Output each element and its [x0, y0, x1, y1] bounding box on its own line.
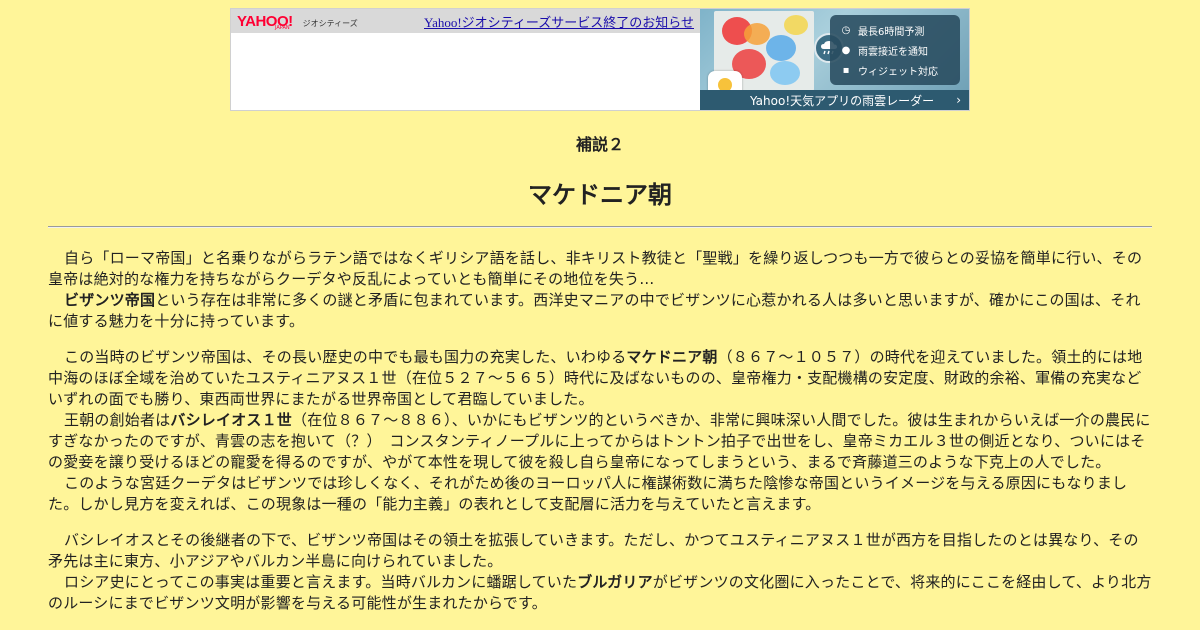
bold-term: ビザンツ帝国	[64, 291, 156, 309]
page-title: マケドニア朝	[528, 181, 672, 209]
rain-radar-cta-label: Yahoo!天気アプリの雨雲レーダー	[750, 93, 935, 108]
feature-label: 最長6時間予測	[858, 26, 925, 38]
pin-icon: ●	[841, 44, 851, 56]
service-end-notice-link[interactable]: Yahoo!ジオシティーズサービス終了のお知らせ	[424, 12, 694, 31]
paragraph: ロシア史にとってこの事実は重要と言えます。当時バルカンに蟠踞していたブルガリアが…	[48, 573, 1152, 612]
article-body: 自ら「ローマ帝国」と名乗りながらラテン語ではなくギリシア語を話し、非キリスト教徒…	[48, 248, 1152, 614]
yahoo-japan-text: JAPAN	[275, 25, 290, 31]
feature-item: ▪ ウィジェット対応	[840, 60, 950, 80]
bold-term: ブルガリア	[577, 573, 653, 591]
paragraph: このような宮廷クーデタはビザンツでは珍しくなく、それがため後のヨーロッパ人に権謀…	[48, 474, 1128, 513]
bold-term: マケドニア朝	[626, 348, 718, 366]
rain-radar-cta[interactable]: Yahoo!天気アプリの雨雲レーダー ›	[700, 90, 969, 110]
yahoo-logo[interactable]: YAHOO! ジオシティーズ	[237, 14, 358, 29]
paragraph: バシレイオスとその後継者の下で、ビザンツ帝国はその領土を拡張していきます。ただし…	[48, 531, 1139, 570]
clock-icon: ◷	[841, 24, 851, 36]
feature-list: ◷ 最長6時間予測 ● 雨雲接近を通知 ▪ ウィジェット対応	[830, 15, 960, 85]
feature-item: ● 雨雲接近を通知	[840, 40, 950, 60]
banner-left: YAHOO! ジオシティーズ JAPAN Yahoo!ジオシティーズサービス終了…	[231, 9, 700, 110]
weather-ad[interactable]: ◷ 最長6時間予測 ● 雨雲接近を通知 ▪ ウィジェット対応 Yahoo!天気ア…	[700, 9, 969, 110]
banner-topbar: YAHOO! ジオシティーズ JAPAN Yahoo!ジオシティーズサービス終了…	[231, 9, 700, 33]
paragraph: この当時のビザンツ帝国は、その長い歴史の中でも最も国力の充実した、いわゆるマケド…	[48, 348, 1143, 408]
page-subtitle: 補説２	[575, 135, 624, 154]
paragraph: 王朝の創始者はバシレイオス１世（在位８６７～８８６）、いかにもビザンツ的というべ…	[48, 411, 1151, 471]
geocities-label: ジオシティーズ	[302, 18, 358, 28]
feature-item: ◷ 最長6時間予測	[840, 20, 950, 40]
widget-icon: ▪	[842, 64, 850, 76]
geocities-banner[interactable]: YAHOO! ジオシティーズ JAPAN Yahoo!ジオシティーズサービス終了…	[230, 8, 970, 111]
feature-label: ウィジェット対応	[858, 66, 938, 78]
paragraph: 自ら「ローマ帝国」と名乗りながらラテン語ではなくギリシア語を話し、非キリスト教徒…	[48, 249, 1143, 288]
chevron-right-icon: ›	[956, 93, 961, 107]
bold-term: バシレイオス１世	[170, 411, 293, 429]
paragraph: ビザンツ帝国という存在は非常に多くの謎と矛盾に包まれています。西洋史マニアの中で…	[48, 291, 1141, 330]
feature-label: 雨雲接近を通知	[858, 46, 928, 58]
divider	[48, 226, 1152, 228]
